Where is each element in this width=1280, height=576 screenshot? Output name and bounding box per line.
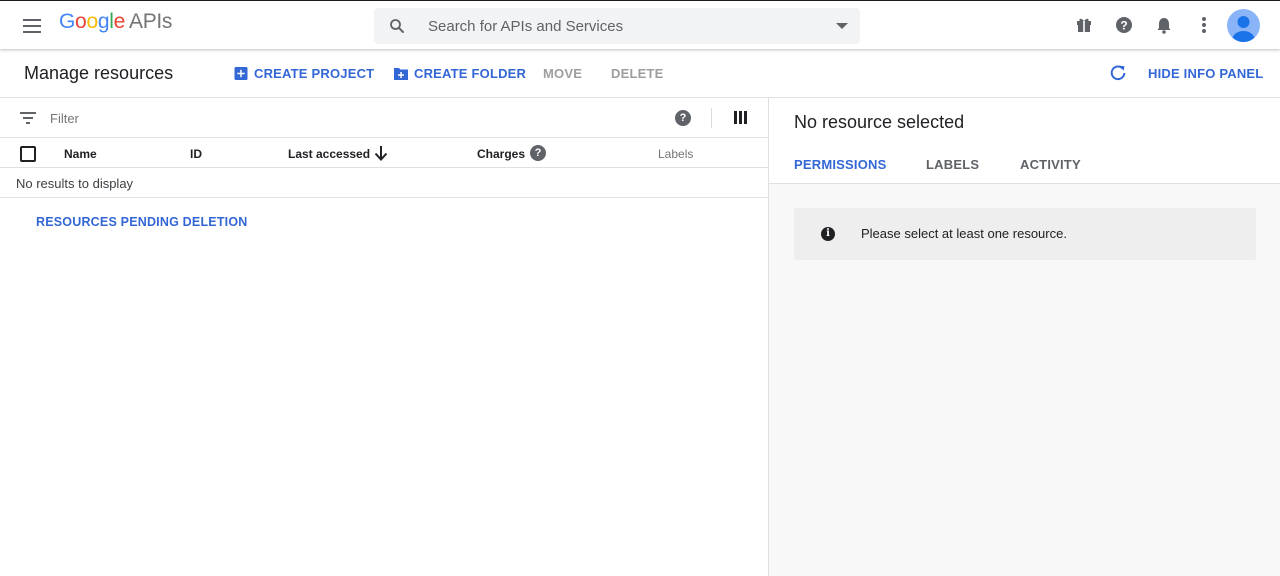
create-project-label: CREATE PROJECT [254,66,375,81]
tab-labels[interactable]: LABELS [926,157,979,172]
delete-button[interactable]: DELETE [611,66,663,81]
column-header-charges[interactable]: Charges [477,147,525,161]
charges-help-icon[interactable]: ? [530,145,546,161]
gift-icon[interactable] [1074,15,1094,35]
arrow-down-icon[interactable] [374,145,388,161]
svg-text:?: ? [1120,19,1127,33]
refresh-icon[interactable] [1109,64,1127,82]
select-all-checkbox[interactable] [20,146,36,162]
logo-letter: e [113,10,126,33]
resources-pane: ? Name ID Last accessed Charges ? Labels… [0,98,768,576]
action-bar: Manage resources CREATE PROJECT CREATE F… [0,49,1280,98]
column-header-name[interactable]: Name [64,147,97,161]
column-display-icon[interactable] [734,111,747,124]
info-panel-header: No resource selected [769,98,1280,146]
search-box[interactable] [374,8,860,44]
info-notice: i Please select at least one resource. [794,208,1256,260]
info-panel: No resource selected PERMISSIONS LABELS … [768,98,1280,576]
filter-bar: ? [0,98,768,138]
add-box-icon [234,67,248,80]
logo-letter: o [75,10,87,33]
column-header-id[interactable]: ID [190,147,202,161]
resources-pending-deletion-link[interactable]: RESOURCES PENDING DELETION [36,215,247,229]
more-vert-icon[interactable] [1194,15,1214,35]
hide-info-panel-button[interactable]: HIDE INFO PANEL [1148,66,1263,81]
chevron-down-icon[interactable] [836,23,848,29]
create-folder-button[interactable]: CREATE FOLDER [394,66,526,81]
search-input[interactable] [428,8,808,44]
add-folder-icon [394,68,408,80]
filter-input[interactable] [50,107,610,129]
help-icon[interactable]: ? [675,110,691,126]
move-button[interactable]: MOVE [543,66,582,81]
column-header-labels: Labels [658,147,694,161]
table-header: Name ID Last accessed Charges ? Labels [0,138,768,168]
empty-message: No results to display [16,176,134,191]
search-icon [390,19,404,33]
tab-activity[interactable]: ACTIVITY [1020,157,1081,172]
notice-text: Please select at least one resource. [861,226,1067,241]
logo-suffix: APIs [128,10,173,33]
create-folder-label: CREATE FOLDER [414,66,527,81]
create-project-button[interactable]: CREATE PROJECT [234,66,374,81]
help-icon[interactable]: ? [1114,15,1134,35]
info-panel-tabs: PERMISSIONS LABELS ACTIVITY [769,146,1280,184]
avatar[interactable] [1227,9,1260,42]
page-title: Manage resources [24,63,174,83]
logo-letter: o [86,10,98,33]
account-icon [1232,16,1255,42]
logo-letter: G [59,10,76,33]
table-row: No results to display [0,168,768,198]
google-apis-logo[interactable]: Google APIs [59,10,172,40]
top-app-bar: GoogleAPIs ? [0,0,1280,49]
info-panel-title: No resource selected [794,112,965,132]
logo-letter: g [97,10,110,33]
bell-icon[interactable] [1154,15,1174,35]
tab-permissions[interactable]: PERMISSIONS [794,157,887,172]
info-icon: i [821,227,835,241]
filter-list-icon[interactable] [20,111,36,125]
menu-icon[interactable] [20,14,44,38]
divider [711,108,712,128]
column-header-last-accessed[interactable]: Last accessed [288,147,370,161]
